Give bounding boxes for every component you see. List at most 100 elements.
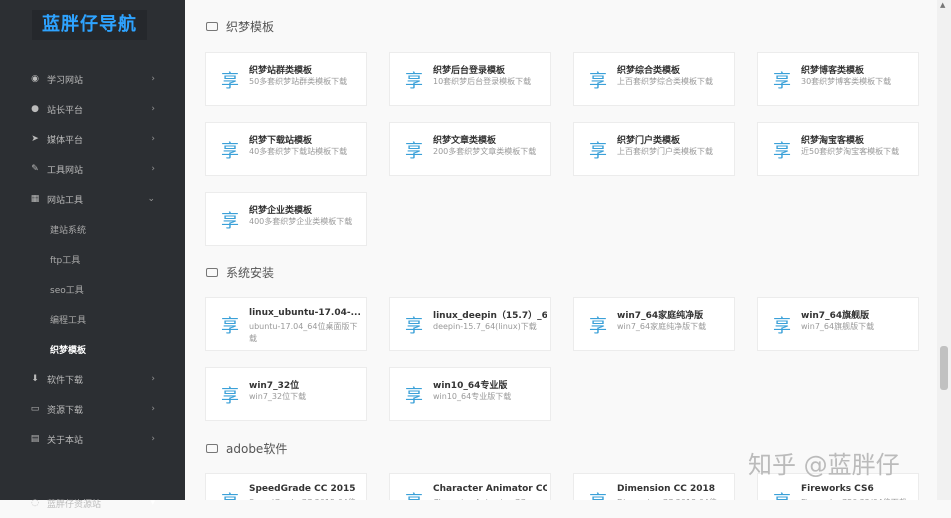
link-card[interactable]: 享织梦站群类模板 50多套织梦站群类模板下载: [205, 52, 367, 106]
link-card[interactable]: 享Character Animator CC...Character Anima…: [389, 473, 551, 500]
globe-icon: ◉: [31, 74, 39, 84]
link-card[interactable]: 享 win10_64专业版 win10_64专业版下载: [389, 367, 551, 421]
card-description: 50多套织梦站群类模板下载: [249, 77, 348, 86]
card-description: ubuntu-17.04_64位桌面版下载: [249, 322, 358, 343]
tag-icon: [206, 268, 218, 277]
sidebar-item-webmaster[interactable]: ● 站长平台 ›: [0, 94, 185, 124]
sidebar-subitem-seo[interactable]: seo工具: [0, 274, 185, 304]
sidebar-item-label: 网站工具: [47, 195, 84, 206]
scroll-up-arrow-icon[interactable]: ▲: [940, 1, 945, 9]
link-card[interactable]: 享 win7_64家庭纯净版 win7_64家庭纯净版下载: [573, 297, 735, 351]
card-title: linux_ubuntu-17.04-...: [249, 308, 361, 318]
watermark: 知乎 @蓝胖仔: [748, 451, 900, 479]
section-title: adobe软件: [206, 440, 287, 457]
card-title: Character Animator CC...: [433, 484, 547, 494]
link-card[interactable]: 享织梦博客类模板 30套织梦博客类模板下载: [757, 52, 919, 106]
sidebar-item-resource-site[interactable]: ◌ 蓝胖仔资源站 ▾: [0, 488, 185, 518]
site-icon: 享: [405, 71, 423, 92]
sidebar-item-site-tools[interactable]: ▦ 网站工具 ⌄: [0, 184, 185, 214]
site-logo[interactable]: 蓝胖仔导航: [32, 10, 147, 40]
card-title: win10_64专业版: [433, 381, 508, 391]
site-icon: 享: [221, 141, 239, 162]
sidebar-item-label: 资源下载: [47, 405, 84, 416]
folder-icon: ▭: [30, 404, 40, 414]
send-icon: ➤: [31, 134, 39, 144]
sidebar-nav: ◉ 学习网站 › ● 站长平台 › ➤ 媒体平台 › ✎ 工具网站 › ▦ 网站工具 ⌄ 建站系统 …: [0, 64, 185, 454]
link-card[interactable]: 享 linux_deepin（15.7）_64 deepin-15.7_64(lin…: [389, 297, 551, 351]
card-description: deepin-15.7_64(linux)下载: [433, 322, 537, 331]
link-card[interactable]: 享 win7_64旗舰版 win7_64旗舰版下载: [757, 297, 919, 351]
card-title: 织梦博客类模板: [801, 66, 865, 76]
card-description: win10_64专业版下载: [433, 392, 512, 401]
grid-icon: ▦: [30, 194, 40, 204]
site-icon: 享: [773, 71, 791, 92]
section-title-text: 织梦模板: [226, 20, 275, 34]
link-card[interactable]: 享织梦下载站模板 40多套织梦下载站模板下载: [205, 122, 367, 176]
card-title: Dimension CC 2018: [617, 484, 716, 494]
sidebar-item-tools[interactable]: ✎ 工具网站 ›: [0, 154, 185, 184]
site-icon: 享: [405, 316, 423, 337]
card-description: win7_64旗舰版下载: [801, 322, 875, 331]
card-description: 400多套织梦企业类模板下载: [249, 217, 353, 226]
sidebar-item-media[interactable]: ➤ 媒体平台 ›: [0, 124, 185, 154]
link-card[interactable]: 享织梦企业类模板 400多套织梦企业类模板下载: [205, 192, 367, 246]
sidebar-item-resources[interactable]: ▭ 资源下载 ›: [0, 394, 185, 424]
link-card[interactable]: 享织梦门户类模板 上百套织梦门户类模板下载: [573, 122, 735, 176]
link-card[interactable]: 享Dimension CC 2018Dimension CC 2018 64位: [573, 473, 735, 500]
sidebar-item-label: 关于本站: [47, 435, 84, 446]
sidebar-subitem-ftp[interactable]: ftp工具: [0, 244, 185, 274]
chevron-right-icon: ›: [151, 164, 155, 174]
sidebar-item-software[interactable]: ⬇ 软件下载 ›: [0, 364, 185, 394]
link-card[interactable]: 享织梦综合类模板 上百套织梦综合类模板下载: [573, 52, 735, 106]
card-description: 30套织梦博客类模板下载: [801, 77, 892, 86]
link-card[interactable]: 享 linux_ubuntu-17.04-... ubuntu-17.04_64位桌…: [205, 297, 367, 351]
site-icon: 享: [405, 488, 423, 500]
chevron-right-icon: ›: [151, 434, 155, 444]
site-icon: 享: [589, 141, 607, 162]
link-card[interactable]: 享SpeedGrade CC 2015SpeedGrade CC 2015 64…: [205, 473, 367, 500]
chevron-down-icon: ⌄: [147, 194, 155, 204]
card-title: linux_deepin（15.7）_64: [433, 311, 547, 321]
sidebar-item-label: 站长平台: [47, 105, 84, 116]
card-title: win7_64旗舰版: [801, 311, 870, 321]
main-content: 织梦模板 系统安装 adobe软件 享织梦站群类模板 50多套织梦站群类模板下载享…: [185, 0, 937, 500]
scrollbar[interactable]: ▲: [937, 0, 951, 500]
card-description: 40多套织梦下载站模板下载: [249, 147, 348, 156]
card-description: 200多套织梦文章类模板下载: [433, 147, 537, 156]
download-icon: ⬇: [31, 374, 39, 384]
card-title: SpeedGrade CC 2015: [249, 484, 356, 494]
tag-icon: [206, 22, 218, 31]
card-title: 织梦门户类模板: [617, 136, 681, 146]
link-card[interactable]: 享 win7_32位 win7_32位下载: [205, 367, 367, 421]
site-icon: 享: [589, 488, 607, 500]
section-title: 织梦模板: [206, 18, 274, 35]
link-card[interactable]: 享织梦文章类模板 200多套织梦文章类模板下载: [389, 122, 551, 176]
card-description: win7_64家庭纯净版下载: [617, 322, 707, 331]
sidebar-item-about[interactable]: ▤ 关于本站 ›: [0, 424, 185, 454]
site-icon: 享: [589, 71, 607, 92]
tag-icon: [206, 444, 218, 453]
card-title: 织梦下载站模板: [249, 136, 313, 146]
site-icon: 享: [405, 141, 423, 162]
chevron-right-icon: ›: [151, 74, 155, 84]
sidebar-subitem-cms[interactable]: 建站系统: [0, 214, 185, 244]
site-icon: 享: [221, 488, 239, 500]
card-icon: ▤: [30, 434, 40, 444]
card-title: 织梦站群类模板: [249, 66, 313, 76]
card-description: 10套织梦后台登录模板下载: [433, 77, 532, 86]
site-icon: 享: [221, 316, 239, 337]
card-title: win7_32位: [249, 381, 300, 391]
card-title: win7_64家庭纯净版: [617, 311, 704, 321]
scrollbar-thumb[interactable]: [940, 346, 948, 390]
sidebar-subitem-coding[interactable]: 编程工具: [0, 304, 185, 334]
sidebar-item-study[interactable]: ◉ 学习网站 ›: [0, 64, 185, 94]
sidebar-subitem-dede-templates[interactable]: 织梦模板: [0, 334, 185, 364]
sidebar-item-label: 蓝胖仔资源站: [47, 499, 102, 510]
card-title: 织梦综合类模板: [617, 66, 681, 76]
sidebar: 蓝胖仔导航 ◉ 学习网站 › ● 站长平台 › ➤ 媒体平台 › ✎ 工具网站 › ▦ 网站工具 ⌄…: [0, 0, 185, 510]
link-card[interactable]: 享织梦淘宝客模板 近50套织梦淘宝客模板下载: [757, 122, 919, 176]
card-title: Fireworks CS6: [801, 484, 874, 494]
card-title: 织梦文章类模板: [433, 136, 497, 146]
link-card[interactable]: 享织梦后台登录模板 10套织梦后台登录模板下载: [389, 52, 551, 106]
card-title: 织梦企业类模板: [249, 206, 313, 216]
